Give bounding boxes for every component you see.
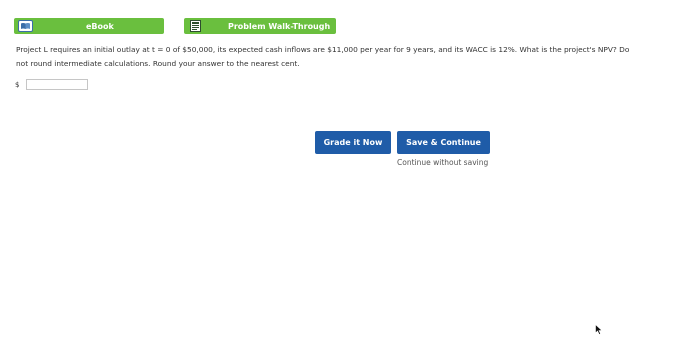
currency-symbol: $	[15, 80, 20, 89]
ebook-label: eBook	[86, 21, 114, 31]
mouse-cursor-icon	[595, 320, 603, 339]
document-icon	[188, 20, 203, 32]
resource-tabs: eBook Problem Walk-Through	[14, 18, 336, 34]
problem-walkthrough-button[interactable]: Problem Walk-Through	[184, 18, 336, 34]
book-icon	[18, 20, 33, 32]
npv-answer-input[interactable]	[26, 79, 89, 90]
save-and-continue-button[interactable]: Save & Continue	[397, 131, 490, 154]
problem-walkthrough-label: Problem Walk-Through	[228, 21, 331, 31]
page: eBook Problem Walk-Through Project L req…	[0, 0, 700, 342]
continue-without-saving-link[interactable]: Continue without saving	[397, 158, 488, 167]
answer-row: $	[15, 79, 89, 90]
ebook-button[interactable]: eBook	[14, 18, 164, 34]
grade-it-now-button[interactable]: Grade it Now	[315, 131, 391, 154]
question-text: Project L requires an initial outlay at …	[16, 45, 630, 68]
